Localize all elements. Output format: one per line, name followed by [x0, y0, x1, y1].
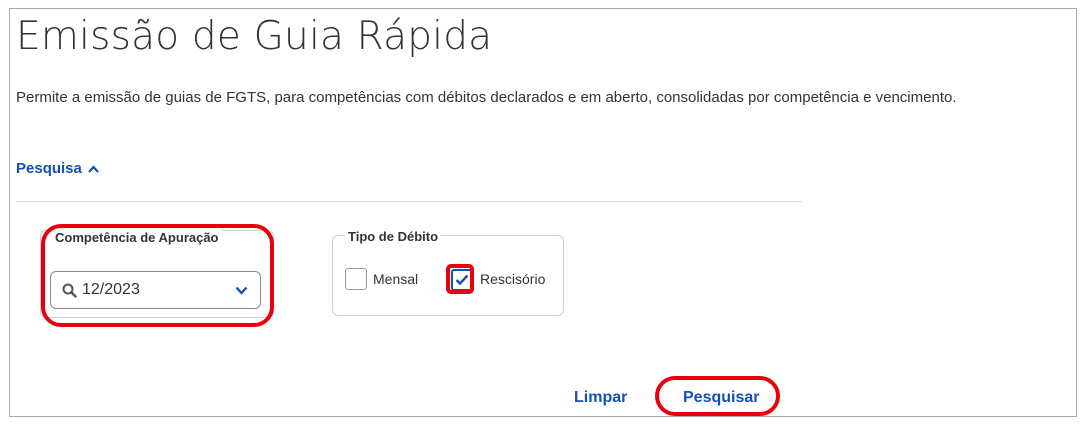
rescisorio-checkbox[interactable] — [451, 269, 473, 291]
page-description: Permite a emissão de guias de FGTS, para… — [16, 89, 957, 106]
page-frame — [9, 8, 1077, 417]
mensal-checkbox[interactable] — [345, 268, 367, 290]
checkmark-icon — [455, 274, 469, 286]
search-section-label: Pesquisa — [16, 160, 82, 177]
search-button[interactable]: Pesquisar — [683, 389, 759, 407]
clear-button[interactable]: Limpar — [574, 389, 627, 407]
tipo-debito-label: Tipo de Débito — [345, 229, 442, 244]
search-icon — [62, 283, 77, 298]
mensal-label[interactable]: Mensal — [373, 271, 418, 287]
search-section-toggle[interactable]: Pesquisa — [16, 160, 99, 177]
page-title: Emissão de Guia Rápida — [16, 14, 493, 59]
chevron-up-icon — [88, 164, 99, 173]
competencia-select[interactable]: 12/2023 — [50, 271, 261, 309]
competencia-value: 12/2023 — [82, 281, 140, 298]
chevron-down-icon — [235, 286, 248, 295]
rescisorio-label[interactable]: Rescisório — [480, 271, 545, 287]
competencia-label: Competência de Apuração — [52, 230, 222, 245]
section-divider — [16, 201, 803, 202]
